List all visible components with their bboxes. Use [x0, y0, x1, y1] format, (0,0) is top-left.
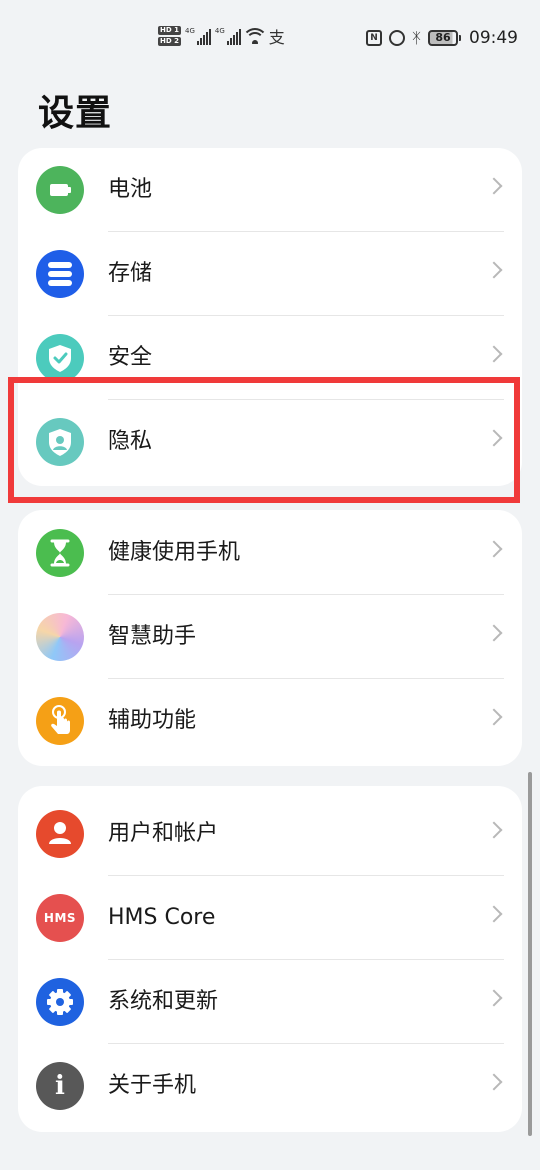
settings-item-security[interactable]: 安全 — [18, 316, 522, 400]
chevron-right-icon — [485, 429, 503, 447]
settings-item-accessibility[interactable]: 辅助功能 — [18, 679, 522, 763]
info-icon-text: i — [55, 1071, 65, 1101]
chevron-right-icon — [485, 177, 503, 195]
chevron-right-icon — [485, 989, 503, 1007]
settings-item-storage[interactable]: 存储 — [18, 232, 522, 316]
hms-icon-text: HMS — [43, 911, 77, 925]
settings-item-label: 系统和更新 — [108, 989, 219, 1014]
settings-item-label: 隐私 — [108, 429, 153, 454]
sim1-badge: HD 1 — [158, 26, 181, 35]
alarm-icon — [388, 30, 405, 46]
assistant-icon — [36, 613, 84, 661]
settings-item-label: 用户和帐户 — [108, 821, 219, 846]
chevron-right-icon — [485, 708, 503, 726]
signal-2-icon: 4G — [215, 27, 241, 45]
sim2-badge: HD 2 — [158, 37, 181, 46]
battery-status-icon: 86 — [428, 30, 461, 46]
settings-item-about-phone[interactable]: i 关于手机 — [18, 1044, 522, 1128]
alipay-icon: 支 — [268, 28, 285, 47]
bluetooth-icon: ᛡ — [411, 29, 421, 47]
settings-item-privacy[interactable]: 隐私 — [18, 400, 522, 484]
gear-icon — [36, 978, 84, 1026]
clock: 09:49 — [469, 28, 518, 48]
settings-item-label: 电池 — [108, 177, 153, 202]
settings-item-label: 安全 — [108, 345, 153, 370]
signal-1-icon: 4G — [185, 27, 211, 45]
settings-item-label: 辅助功能 — [108, 708, 197, 733]
settings-group-1: 电池 存储 安全 隐私 — [18, 148, 522, 486]
settings-item-smart-assistant[interactable]: 智慧助手 — [18, 595, 522, 679]
settings-group-3: 用户和帐户 HMS HMS Core 系统和更新 i 关于手机 — [18, 786, 522, 1132]
settings-item-accounts[interactable]: 用户和帐户 — [18, 792, 522, 876]
hand-touch-icon — [36, 697, 84, 745]
settings-item-system-update[interactable]: 系统和更新 — [18, 960, 522, 1044]
chevron-right-icon — [485, 905, 503, 923]
settings-item-label: 健康使用手机 — [108, 540, 241, 565]
user-icon — [36, 810, 84, 858]
sim-badges: HD 1 HD 2 — [158, 26, 181, 46]
info-icon: i — [36, 1062, 84, 1110]
settings-item-label: 关于手机 — [108, 1073, 197, 1098]
settings-item-hms-core[interactable]: HMS HMS Core — [18, 876, 522, 960]
battery-level: 86 — [428, 30, 458, 46]
hms-icon: HMS — [36, 894, 84, 942]
settings-item-digital-balance[interactable]: 健康使用手机 — [18, 511, 522, 595]
chevron-right-icon — [485, 1073, 503, 1091]
settings-group-2: 健康使用手机 智慧助手 辅助功能 — [18, 510, 522, 766]
status-right: N ᛡ 86 09:49 — [365, 28, 518, 48]
page-title: 设置 — [38, 93, 113, 134]
settings-item-label: 智慧助手 — [108, 624, 197, 649]
status-left: HD 1 HD 2 4G 4G 支 — [158, 24, 285, 48]
settings-item-battery[interactable]: 电池 — [18, 148, 522, 232]
storage-icon — [36, 250, 84, 298]
chevron-right-icon — [485, 261, 503, 279]
hourglass-icon — [36, 529, 84, 577]
settings-item-label: 存储 — [108, 261, 153, 286]
chevron-right-icon — [485, 540, 503, 558]
chevron-right-icon — [485, 821, 503, 839]
battery-icon — [36, 166, 84, 214]
wifi-icon — [244, 28, 265, 44]
chevron-right-icon — [485, 345, 503, 363]
nfc-icon: N — [365, 30, 382, 46]
shield-check-icon — [36, 334, 84, 382]
settings-item-label: HMS Core — [108, 905, 216, 930]
privacy-shield-icon — [36, 418, 84, 466]
chevron-right-icon — [485, 624, 503, 642]
status-bar: HD 1 HD 2 4G 4G 支 N ᛡ 86 09:49 — [0, 0, 540, 80]
scrollbar[interactable] — [528, 772, 532, 1136]
